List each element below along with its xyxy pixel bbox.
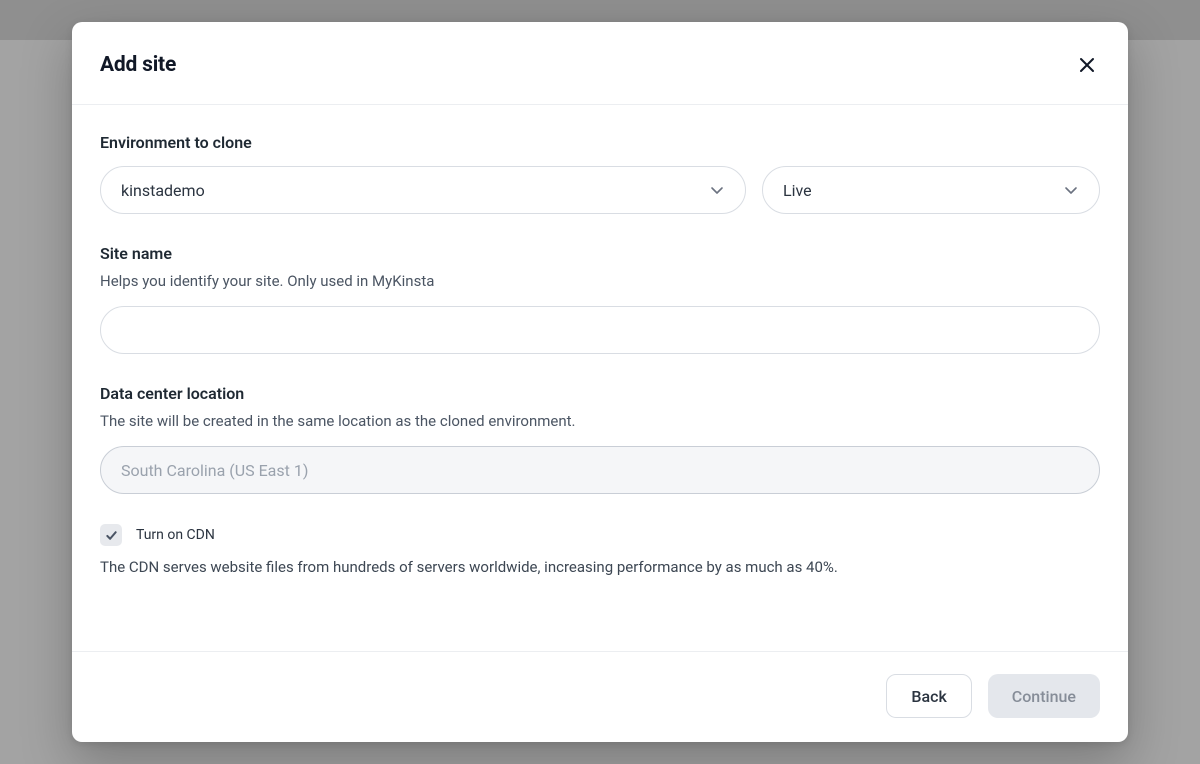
- data-center-field: Data center location The site will be cr…: [100, 384, 1100, 494]
- environment-select-value: Live: [783, 181, 812, 200]
- site-select-value: kinstademo: [121, 181, 205, 200]
- cdn-checkbox-label: Turn on CDN: [136, 527, 215, 543]
- cdn-checkbox-row: Turn on CDN: [100, 524, 1100, 546]
- check-icon: [105, 529, 118, 542]
- cdn-help-text: The CDN serves website files from hundre…: [100, 556, 1100, 579]
- close-button[interactable]: [1074, 52, 1100, 78]
- chevron-down-icon: [1063, 182, 1079, 198]
- cdn-checkbox[interactable]: [100, 524, 122, 546]
- modal-title: Add site: [100, 53, 176, 77]
- continue-button[interactable]: Continue: [988, 674, 1100, 718]
- data-center-input-disabled: South Carolina (US East 1): [100, 446, 1100, 494]
- site-name-field: Site name Helps you identify your site. …: [100, 244, 1100, 354]
- field-label: Data center location: [100, 384, 1100, 403]
- cdn-field: Turn on CDN The CDN serves website files…: [100, 524, 1100, 579]
- field-label: Site name: [100, 244, 1100, 263]
- chevron-down-icon: [709, 182, 725, 198]
- modal-footer: Back Continue: [72, 651, 1128, 742]
- close-icon: [1078, 56, 1096, 74]
- site-select[interactable]: kinstademo: [100, 166, 746, 214]
- field-label: Environment to clone: [100, 133, 1100, 152]
- field-help: The site will be created in the same loc…: [100, 411, 1100, 432]
- back-button[interactable]: Back: [886, 674, 971, 718]
- data-center-value: South Carolina (US East 1): [121, 461, 308, 480]
- environment-selects-row: kinstademo Live: [100, 166, 1100, 214]
- add-site-modal: Add site Environment to clone kinstademo: [72, 22, 1128, 742]
- environment-to-clone-field: Environment to clone kinstademo Live: [100, 133, 1100, 214]
- modal-body: Environment to clone kinstademo Live: [72, 105, 1128, 651]
- modal-header: Add site: [72, 22, 1128, 105]
- site-name-input[interactable]: [100, 306, 1100, 354]
- field-help: Helps you identify your site. Only used …: [100, 271, 1100, 292]
- environment-select[interactable]: Live: [762, 166, 1100, 214]
